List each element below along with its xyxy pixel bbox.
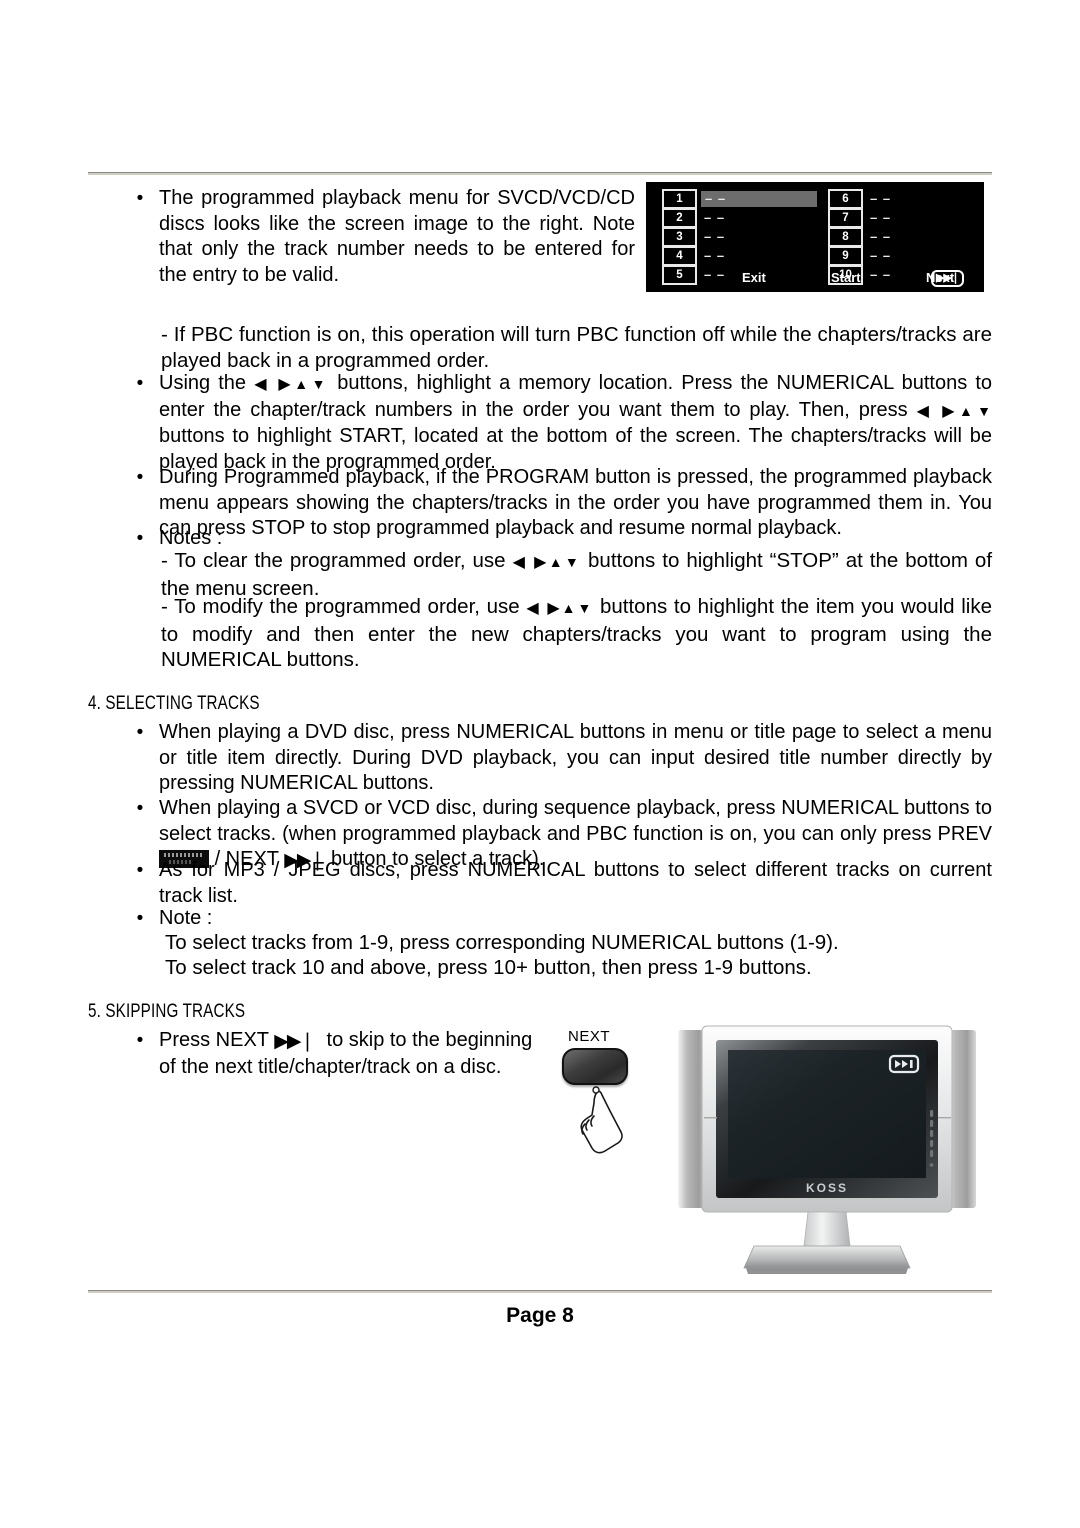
note-pbc-text: - If PBC function is on, this operation … bbox=[161, 323, 992, 372]
section5-bullet-part-a: Press NEXT bbox=[159, 1029, 269, 1051]
program-slot-number: 8 bbox=[828, 227, 863, 247]
tv-illustration: KOSS bbox=[664, 1018, 990, 1293]
section-4-heading: 4. SELECTING TRACKS bbox=[88, 692, 260, 714]
arrow-right-icon: ▶ bbox=[534, 554, 549, 571]
arrow-right-icon: ▶ bbox=[547, 600, 562, 617]
tv-stand-neck bbox=[803, 1211, 851, 1247]
note-clear-part-a: - To clear the programmed order, use bbox=[161, 549, 506, 572]
bullet-dot: • bbox=[136, 373, 144, 394]
program-menu-start-button[interactable]: Start bbox=[831, 270, 861, 285]
hand-pointer-icon bbox=[580, 1086, 623, 1154]
next-track-icon: ▶▶❘ bbox=[931, 270, 965, 287]
program-menu-exit-button[interactable]: Exit bbox=[742, 270, 766, 285]
program-slot-row[interactable]: 1 – – bbox=[662, 189, 817, 209]
bullet-programmed-menu-text: The programmed playback menu for SVCD/VC… bbox=[159, 187, 635, 286]
section-5-heading: 5. SKIPPING TRACKS bbox=[88, 1000, 246, 1022]
program-playback-menu-image: 1 – – 2 – – 3 – – 4 – – 5 – – 6 – – 7 – … bbox=[646, 182, 984, 292]
bullet-dot: • bbox=[136, 528, 144, 549]
bullet-press-next: • Press NEXT ▶▶❘ to skip to the beginnin… bbox=[135, 1028, 545, 1080]
program-slot-row[interactable]: 2 – – bbox=[662, 208, 817, 228]
arrow-left-icon: ◀ bbox=[916, 402, 934, 420]
tv-brand-logo: KOSS bbox=[806, 1181, 848, 1195]
arrow-up-icon: ▲ bbox=[294, 376, 312, 392]
bullet-dot: • bbox=[136, 188, 144, 209]
arrow-keys-glyph-group: ◀ ▶▲▼ bbox=[513, 552, 581, 571]
bullet-press-next-text: Press NEXT ▶▶❘ to skip to the beginning … bbox=[159, 1028, 545, 1080]
tv-stand-base-edge bbox=[746, 1268, 908, 1274]
bullet-using-arrows-text: Using the ◀ ▶▲▼ buttons, highlight a mem… bbox=[159, 371, 992, 475]
arrow-down-icon: ▼ bbox=[564, 554, 582, 570]
arrow-down-icon: ▼ bbox=[311, 376, 330, 392]
arrow-down-icon: ▼ bbox=[577, 600, 594, 616]
arrow-keys-glyph-group: ◀ ▶▲▼ bbox=[254, 374, 329, 393]
page-footer-label: Page 8 bbox=[506, 1304, 574, 1327]
arrow-right-icon: ▶ bbox=[278, 376, 295, 393]
bullet-programmed-menu: • The programmed playback menu for SVCD/… bbox=[135, 186, 635, 288]
bullet-dot: • bbox=[136, 722, 144, 743]
program-slot-number: 9 bbox=[828, 246, 863, 266]
bullet-dot: • bbox=[136, 860, 144, 881]
program-slot-number: 7 bbox=[828, 208, 863, 228]
arrow-right-icon: ▶ bbox=[942, 402, 959, 420]
program-menu-footer: Exit Start Next ▶▶❘ bbox=[646, 270, 984, 290]
arrow-left-icon: ◀ bbox=[526, 600, 541, 617]
program-slot-row[interactable]: 8 – – bbox=[828, 227, 892, 247]
bullet-dvd-numerical-text: When playing a DVD disc, press NUMERICAL… bbox=[159, 721, 992, 794]
section4-note-label: Note : bbox=[159, 907, 213, 929]
tv-stand-base bbox=[743, 1245, 911, 1269]
bullet-note-label: • Note : bbox=[135, 906, 992, 932]
manual-page: • The programmed playback menu for SVCD/… bbox=[0, 0, 1080, 1528]
program-slot-number: 1 bbox=[662, 189, 697, 209]
tv-screen bbox=[728, 1050, 926, 1178]
bullet-dot: • bbox=[136, 798, 144, 819]
bullet-dot: • bbox=[136, 908, 144, 929]
bullet-dot: • bbox=[136, 1030, 144, 1051]
header-rule bbox=[88, 172, 992, 175]
bullet-mp3-jpeg-text: As for MP3 / JPEG discs, press NUMERICAL… bbox=[159, 859, 992, 907]
program-slot-number: 2 bbox=[662, 208, 697, 228]
next-arrows-icon: ▶▶ bbox=[274, 1031, 301, 1052]
program-slot-value: – – bbox=[704, 229, 726, 244]
program-slot-value: – – bbox=[704, 248, 726, 263]
note-modify-part-a: - To modify the programmed order, use bbox=[161, 595, 520, 618]
program-slot-value: – – bbox=[701, 191, 817, 207]
bullet-dvd-numerical: • When playing a DVD disc, press NUMERIC… bbox=[135, 720, 992, 797]
program-slot-row[interactable]: 3 – – bbox=[662, 227, 817, 247]
note-modify-order: - To modify the programmed order, use ◀ … bbox=[161, 594, 992, 673]
bullet2-part-a: Using the bbox=[159, 372, 247, 394]
program-slot-row[interactable]: 6 – – bbox=[828, 189, 892, 209]
section4-note-line-2: To select track 10 and above, press 10+ … bbox=[165, 956, 812, 979]
program-slot-value: – – bbox=[870, 210, 892, 225]
bullet-mp3-jpeg: • As for MP3 / JPEG discs, press NUMERIC… bbox=[135, 858, 992, 909]
program-slot-value: – – bbox=[870, 248, 892, 263]
program-slot-number: 4 bbox=[662, 246, 697, 266]
arrow-up-icon: ▲ bbox=[561, 600, 578, 616]
next-bar-icon: ❘ bbox=[299, 1031, 316, 1052]
arrow-up-icon: ▲ bbox=[548, 554, 565, 570]
program-slot-row[interactable]: 4 – – bbox=[662, 246, 817, 266]
arrow-left-icon: ◀ bbox=[512, 554, 528, 571]
section4-bullet2-part-a: When playing a SVCD or VCD disc, during … bbox=[159, 797, 992, 845]
arrow-left-icon: ◀ bbox=[254, 376, 271, 393]
program-slot-row[interactable]: 9 – – bbox=[828, 246, 892, 266]
arrow-up-icon: ▲ bbox=[958, 402, 978, 419]
next-remote-button-illustration: NEXT bbox=[558, 1028, 638, 1158]
next-track-glyph: ▶▶❘ bbox=[274, 1029, 315, 1055]
section4-note-line-1: To select tracks from 1-9, press corresp… bbox=[165, 931, 839, 954]
next-button-label: NEXT bbox=[568, 1028, 611, 1045]
bullet-dot: • bbox=[136, 467, 144, 488]
arrow-down-icon: ▼ bbox=[977, 402, 993, 419]
arrow-keys-glyph-group: ◀ ▶▲▼ bbox=[917, 401, 992, 420]
program-slot-value: – – bbox=[870, 191, 892, 206]
program-slot-number: 3 bbox=[662, 227, 697, 247]
program-slot-number: 6 bbox=[828, 189, 863, 209]
program-slot-row[interactable]: 7 – – bbox=[828, 208, 892, 228]
bullet-using-arrows: • Using the ◀ ▶▲▼ buttons, highlight a m… bbox=[135, 371, 992, 475]
program-slot-value: – – bbox=[704, 210, 726, 225]
program-slot-value: – – bbox=[870, 229, 892, 244]
arrow-keys-glyph-group: ◀ ▶▲▼ bbox=[526, 598, 593, 617]
next-remote-key[interactable] bbox=[562, 1048, 628, 1085]
